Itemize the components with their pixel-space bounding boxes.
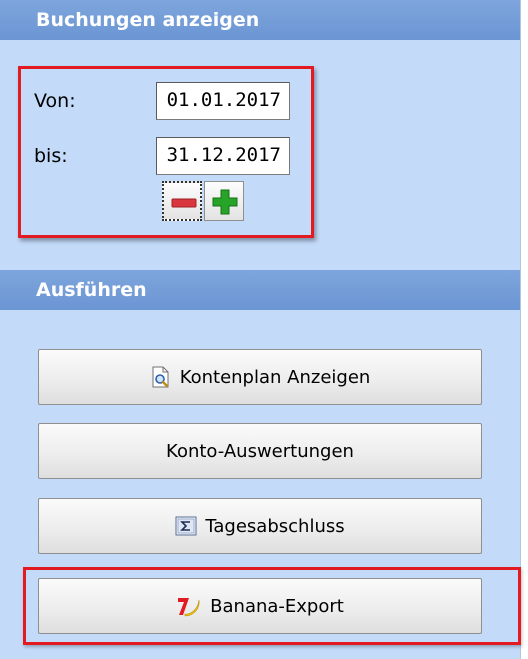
to-date-field[interactable]: 31.12.2017 [156, 137, 290, 175]
sigma-icon [175, 516, 197, 536]
tagesabschluss-button-label: Tagesabschluss [205, 515, 345, 537]
increase-range-button[interactable] [204, 181, 244, 221]
section-header-buchungen[interactable]: Buchungen anzeigen [0, 0, 520, 40]
kontenplan-button-label: Kontenplan Anzeigen [179, 366, 371, 388]
kontenplan-button[interactable]: Kontenplan Anzeigen [38, 349, 482, 405]
document-search-icon [152, 366, 169, 388]
tagesabschluss-button[interactable]: Tagesabschluss [38, 498, 482, 554]
to-label: bis: [34, 145, 68, 167]
plus-icon [212, 189, 238, 215]
banana-export-button[interactable]: Banana-Export [38, 578, 482, 634]
section-header-ausfuehren[interactable]: Ausführen [0, 270, 520, 310]
from-date-field[interactable]: 01.01.2017 [156, 82, 290, 120]
minus-icon [171, 198, 197, 208]
from-label: Von: [34, 90, 76, 112]
banana-logo-icon [178, 598, 200, 617]
decrease-range-button[interactable] [162, 181, 202, 221]
konto-auswertungen-button-label: Konto-Auswertungen [166, 440, 354, 462]
konto-auswertungen-button[interactable]: Konto-Auswertungen [38, 423, 482, 479]
banana-export-button-label: Banana-Export [210, 595, 344, 617]
